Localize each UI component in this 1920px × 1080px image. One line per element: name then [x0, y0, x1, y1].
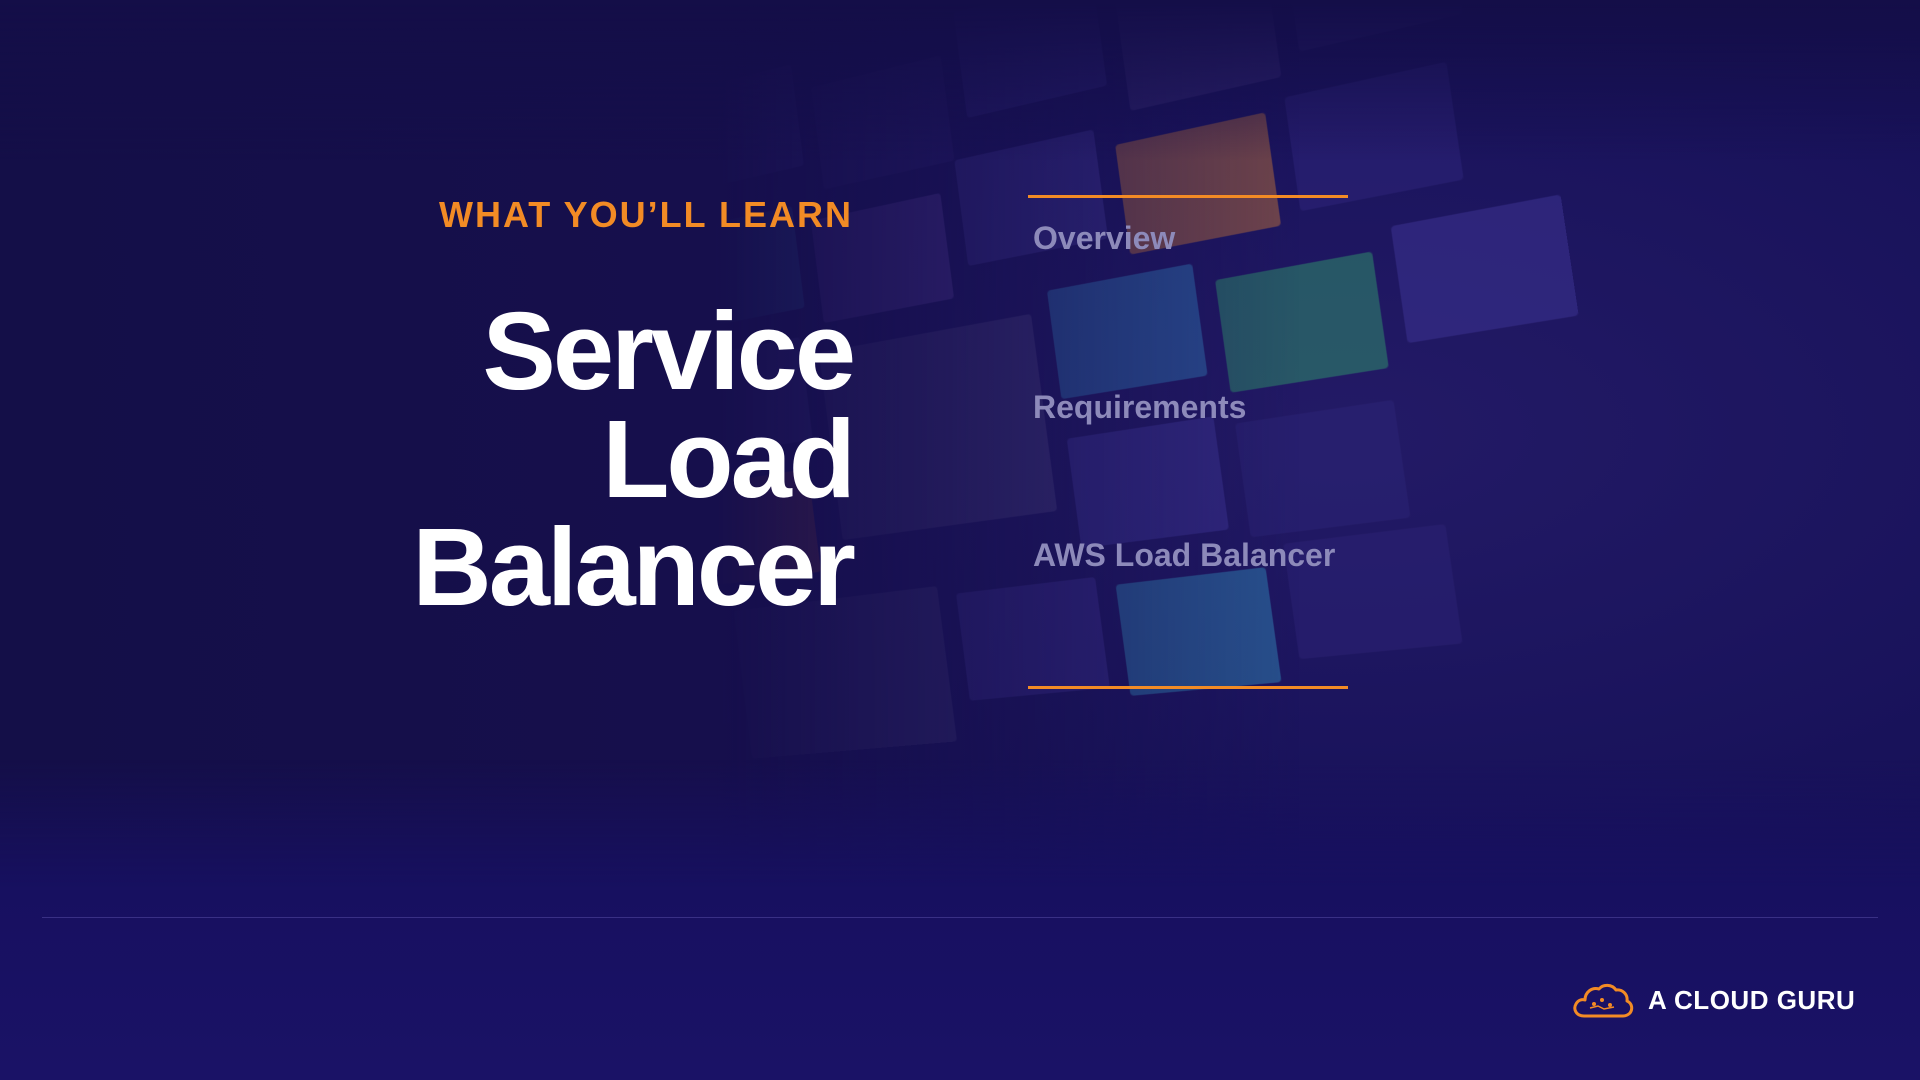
slide: WHAT YOU’LL LEARN Service Load Balancer … [0, 0, 1920, 1080]
title-line-1: Service [412, 298, 853, 406]
agenda-item-requirements: Requirements [1033, 389, 1246, 426]
agenda-item-aws-load-balancer: AWS Load Balancer [1033, 537, 1335, 574]
cloud-logo-icon [1570, 978, 1634, 1022]
top-gradient-overlay [0, 0, 1920, 160]
agenda-bottom-rule [1028, 686, 1348, 689]
brand-logo: A CLOUD GURU [1570, 978, 1855, 1022]
brand-name: A CLOUD GURU [1648, 985, 1855, 1016]
title-line-2: Load [412, 406, 853, 514]
agenda-top-rule [1028, 195, 1348, 198]
title-line-3: Balancer [412, 514, 853, 622]
bottom-gradient-overlay [0, 760, 1920, 1080]
footer-divider [42, 917, 1878, 918]
section-eyebrow: WHAT YOU’LL LEARN [439, 194, 853, 236]
slide-title: Service Load Balancer [412, 298, 853, 622]
agenda-item-overview: Overview [1033, 220, 1175, 257]
